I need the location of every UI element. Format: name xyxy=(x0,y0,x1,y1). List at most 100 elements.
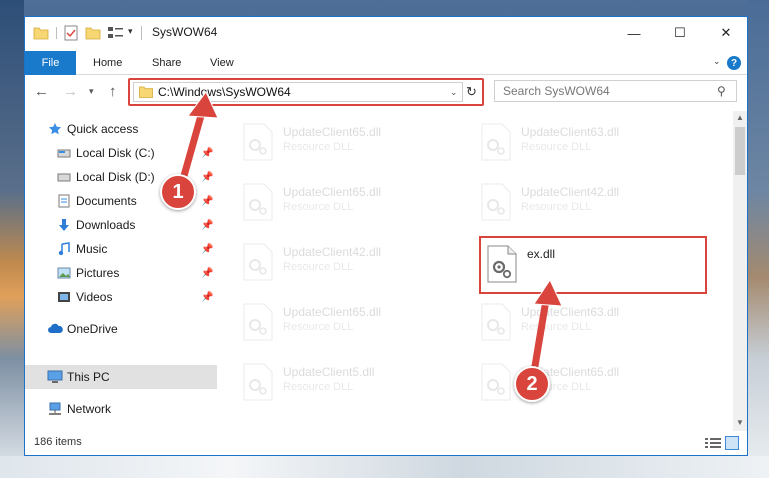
sidebar-item-label: This PC xyxy=(67,370,110,384)
refresh-icon[interactable]: ↻ xyxy=(463,82,480,102)
file-list: UpdateClient65.dll Resource DLL UpdateCl… xyxy=(217,111,733,431)
music-icon xyxy=(56,241,72,257)
file-item[interactable]: UpdateClient5.dll Resource DLL xyxy=(237,357,467,409)
scroll-up-icon[interactable]: ▲ xyxy=(736,113,744,122)
title-separator xyxy=(141,26,142,40)
quick-access-dropdown-icon[interactable]: ▾ xyxy=(128,26,133,37)
sidebar-item-label: Local Disk (C:) xyxy=(76,146,155,160)
sidebar-item-label: Network xyxy=(67,402,112,416)
sidebar-item-this-pc[interactable]: This PC xyxy=(25,365,217,389)
dll-file-icon xyxy=(243,123,273,161)
pin-icon[interactable]: 📌 xyxy=(201,220,213,231)
sidebar-item-local-disk-c[interactable]: Local Disk (C:) 📌 xyxy=(25,141,217,165)
file-item[interactable]: UpdateClient65.dll Resource DLL xyxy=(475,357,705,409)
sidebar-item-label: Videos xyxy=(76,290,113,304)
file-type: Resource DLL xyxy=(283,261,354,273)
file-name: UpdateClient65.dll xyxy=(283,185,382,199)
file-name: UpdateClient42.dll xyxy=(283,245,382,259)
tab-file[interactable]: File xyxy=(25,51,76,75)
file-name: UpdateClient5.dll xyxy=(283,365,375,379)
navigation-bar: ← → ▾ ↑ C:\Windows\SysWOW64 ⌄ ↻ Search S… xyxy=(25,75,747,111)
file-type: Resource DLL xyxy=(283,141,354,153)
file-type: Resource DLL xyxy=(283,321,354,333)
new-folder-icon[interactable] xyxy=(85,25,101,41)
file-item[interactable]: UpdateClient65.dll Resource DLL xyxy=(237,297,467,349)
pictures-icon xyxy=(56,265,72,281)
drive-icon xyxy=(56,169,72,185)
large-icons-view-icon[interactable] xyxy=(725,436,739,450)
scrollbar-thumb[interactable] xyxy=(735,127,745,175)
file-type: Resource DLL xyxy=(283,381,354,393)
folder-icon[interactable] xyxy=(33,25,49,41)
pin-icon[interactable]: 📌 xyxy=(201,244,213,255)
pin-icon[interactable]: 📌 xyxy=(201,292,213,303)
dll-file-icon xyxy=(481,303,511,341)
sidebar-item-quick-access[interactable]: Quick access xyxy=(25,117,217,141)
pin-icon[interactable]: 📌 xyxy=(201,148,213,159)
file-item[interactable]: UpdateClient42.dll Resource DLL xyxy=(237,237,467,289)
pin-icon[interactable]: 📌 xyxy=(201,196,213,207)
file-type: Resource DLL xyxy=(521,141,592,153)
tab-view[interactable]: View xyxy=(210,51,234,75)
properties-icon[interactable] xyxy=(64,25,78,41)
drive-icon xyxy=(56,145,72,161)
close-button[interactable]: ✕ xyxy=(703,17,747,49)
file-name: UpdateClient42.dll xyxy=(521,185,620,199)
download-icon xyxy=(56,217,72,233)
sidebar-item-videos[interactable]: Videos 📌 xyxy=(25,285,217,309)
file-type: Resource DLL xyxy=(283,201,354,213)
network-icon xyxy=(47,401,63,417)
details-view-icon[interactable] xyxy=(705,437,721,449)
vertical-scrollbar[interactable]: ▲ ▼ xyxy=(733,111,747,431)
step-2-badge: 2 xyxy=(514,366,550,402)
cloud-icon xyxy=(47,321,63,337)
file-name: UpdateClient65.dll xyxy=(283,305,382,319)
dll-file-icon xyxy=(481,183,511,221)
sidebar-item-pictures[interactable]: Pictures 📌 xyxy=(25,261,217,285)
file-name: UpdateClient65.dll xyxy=(283,125,382,139)
tab-share[interactable]: Share xyxy=(152,51,181,75)
sidebar-item-downloads[interactable]: Downloads 📌 xyxy=(25,213,217,237)
dll-file-icon xyxy=(481,363,511,401)
scroll-down-icon[interactable]: ▼ xyxy=(736,418,744,427)
pin-icon[interactable]: 📌 xyxy=(201,172,213,183)
sidebar-item-network[interactable]: Network xyxy=(25,397,217,421)
back-arrow-icon[interactable]: ← xyxy=(34,83,49,100)
forward-arrow-icon[interactable]: → xyxy=(63,83,78,100)
address-dropdown-icon[interactable]: ⌄ xyxy=(450,87,458,98)
up-arrow-icon[interactable]: ↑ xyxy=(109,83,117,100)
quick-access-separator xyxy=(56,27,57,39)
file-explorer-window: ▾ SysWOW64 — ☐ ✕ File Home Share View ⌄ … xyxy=(24,16,748,456)
file-item[interactable]: UpdateClient42.dll Resource DLL xyxy=(475,177,705,229)
sidebar-item-label: Quick access xyxy=(67,122,139,136)
item-count: 186 items xyxy=(34,436,82,448)
file-item[interactable]: UpdateClient63.dll Resource DLL xyxy=(475,297,705,349)
file-name: UpdateClient63.dll xyxy=(521,125,620,139)
file-item[interactable]: UpdateClient65.dll Resource DLL xyxy=(237,177,467,229)
sidebar-item-label: Music xyxy=(76,242,108,256)
sidebar-item-label: Documents xyxy=(76,194,137,208)
search-placeholder: Search SysWOW64 xyxy=(503,84,610,98)
address-bar-highlight: C:\Windows\SysWOW64 ⌄ ↻ xyxy=(128,78,484,106)
tab-home[interactable]: Home xyxy=(93,51,122,75)
address-path: C:\Windows\SysWOW64 xyxy=(158,85,291,99)
customize-view-icon[interactable] xyxy=(107,25,125,41)
sidebar-item-music[interactable]: Music 📌 xyxy=(25,237,217,261)
file-item[interactable]: UpdateClient63.dll Resource DLL xyxy=(475,117,705,169)
sidebar-item-onedrive[interactable]: OneDrive xyxy=(25,317,217,341)
minimize-button[interactable]: — xyxy=(611,17,657,49)
title-bar: ▾ SysWOW64 — ☐ ✕ xyxy=(25,17,747,49)
search-input[interactable]: Search SysWOW64 ⚲ xyxy=(494,80,737,102)
maximize-button[interactable]: ☐ xyxy=(657,17,703,49)
dll-file-icon xyxy=(243,363,273,401)
expand-ribbon-icon[interactable]: ⌄ xyxy=(713,56,721,67)
sidebar-item-label: OneDrive xyxy=(67,322,118,336)
file-name: UpdateClient63.dll xyxy=(521,305,620,319)
file-type: Resource DLL xyxy=(521,201,592,213)
file-item[interactable]: UpdateClient65.dll Resource DLL xyxy=(237,117,467,169)
help-icon[interactable]: ? xyxy=(727,56,741,70)
recent-locations-icon[interactable]: ▾ xyxy=(89,86,94,97)
desktop-wallpaper-right xyxy=(748,0,769,478)
pin-icon[interactable]: 📌 xyxy=(201,268,213,279)
address-bar[interactable]: C:\Windows\SysWOW64 ⌄ xyxy=(133,82,463,102)
